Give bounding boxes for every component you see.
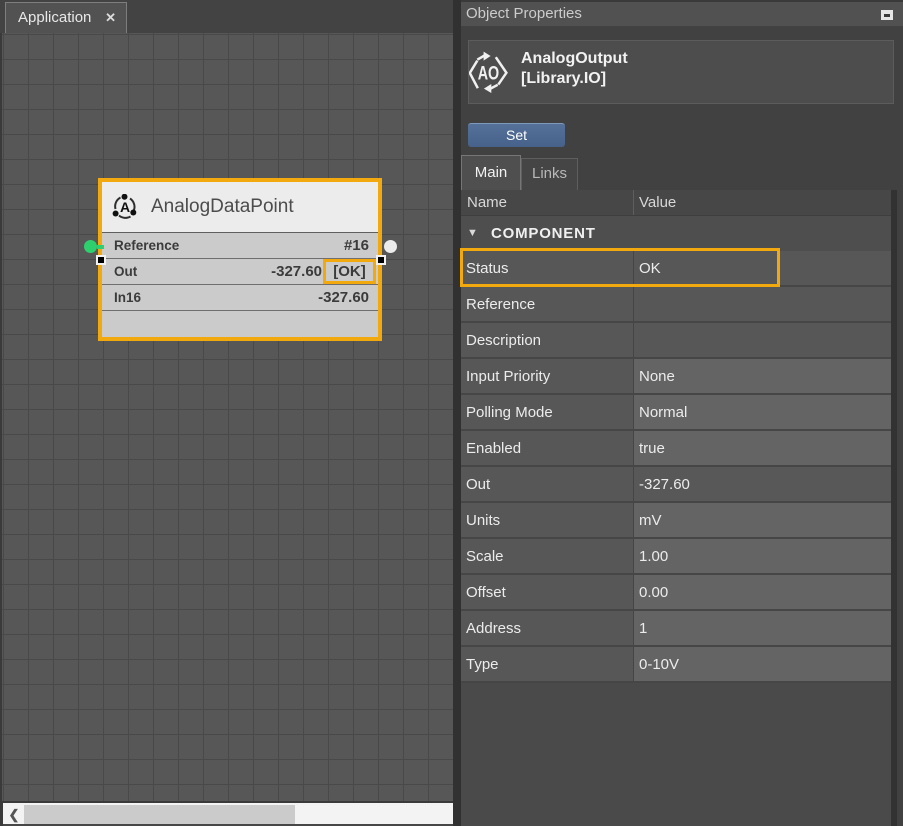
svg-text:A: A <box>120 199 130 215</box>
svg-text:AO: AO <box>478 64 500 85</box>
